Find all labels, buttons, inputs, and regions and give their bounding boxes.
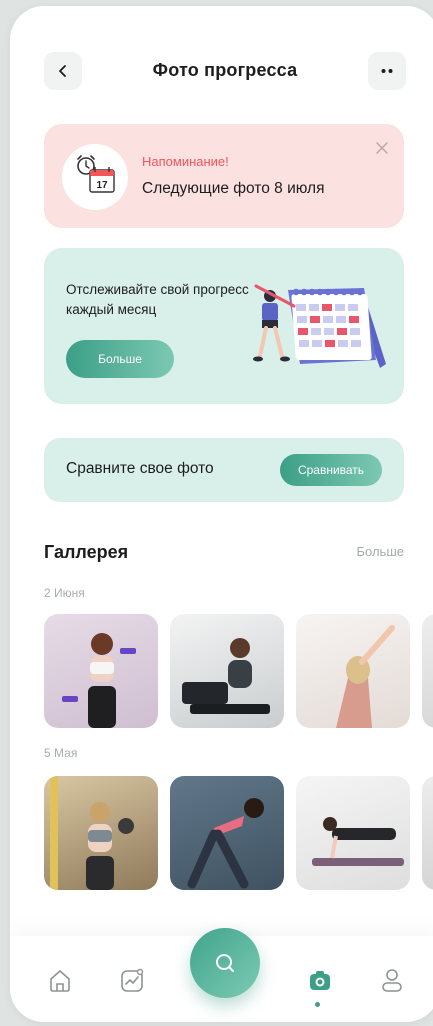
compare-card-text: Сравните свое фото (66, 460, 214, 477)
gallery-photo[interactable] (170, 614, 284, 728)
gallery-photo[interactable] (44, 614, 158, 728)
header: Фото прогресса (10, 52, 433, 96)
woman-plank-photo (312, 817, 404, 866)
track-progress-card: Отслеживайте свой прогресс каждый месяц … (44, 248, 404, 404)
gallery-photo[interactable] (296, 776, 410, 890)
gallery-photo[interactable] (422, 776, 433, 890)
gallery-title: Галлерея (44, 542, 129, 562)
active-indicator (315, 1002, 320, 1007)
more-options-button[interactable] (368, 52, 406, 90)
reminder-text: Следующие фото 8 июля (142, 180, 325, 197)
search-icon (216, 954, 234, 972)
gallery-date: 5 Мая (44, 746, 78, 760)
gallery-date: 2 Июня (44, 586, 85, 600)
woman-dumbbell-photo (62, 633, 136, 728)
compare-button[interactable]: Сравнивать (280, 454, 382, 486)
reminder-icon-container: 17 (62, 144, 128, 210)
calendar-person-illustration (253, 284, 386, 368)
calendar-day: 17 (96, 180, 108, 191)
compare-photo-card: Сравните свое фото Сравнивать (44, 438, 404, 502)
search-button[interactable] (190, 928, 260, 998)
gallery-photo[interactable] (170, 776, 284, 890)
woman-lunge-photo (187, 798, 264, 889)
gallery-photo[interactable] (296, 614, 410, 728)
woman-stretching-photo (336, 625, 395, 728)
track-card-text: Отслеживайте свой прогресс каждый месяц (66, 282, 249, 317)
gallery-row (44, 614, 433, 730)
gallery-photo[interactable] (44, 776, 158, 890)
gallery-row (44, 776, 433, 892)
calendar-clock-icon: 17 (77, 155, 115, 193)
close-icon[interactable] (374, 140, 390, 156)
reminder-label: Напоминание! (142, 154, 229, 169)
more-button[interactable]: Больше (66, 340, 174, 378)
reminder-card: 17 Напоминание! Следующие фото 8 июля (44, 124, 404, 228)
woman-treadmill-photo (182, 638, 270, 714)
camera-icon[interactable] (306, 966, 334, 994)
home-icon[interactable] (46, 966, 74, 994)
woman-gym-photo (50, 776, 134, 890)
progress-chart-icon[interactable] (118, 966, 146, 994)
app-screen: Фото прогресса 17 Напоминание! Следующие… (10, 6, 433, 1022)
more-dots-icon (381, 69, 393, 73)
profile-icon[interactable] (378, 966, 406, 994)
gallery-more-link[interactable]: Больше (357, 544, 405, 559)
gallery-photo[interactable] (422, 614, 433, 728)
